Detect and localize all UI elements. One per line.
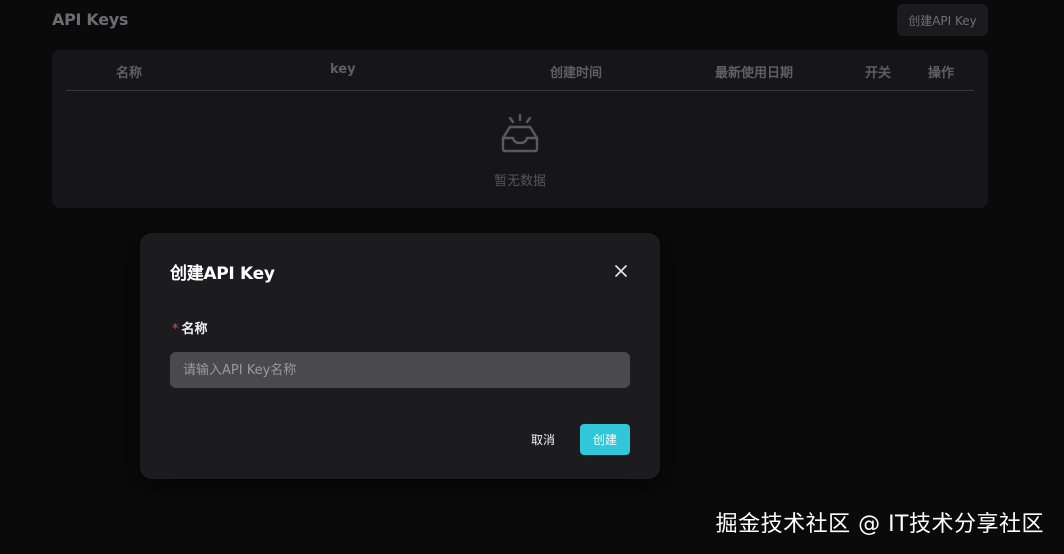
create-api-key-dialog: 创建API Key *名称 取消 创建 (140, 233, 660, 479)
create-api-key-button[interactable]: 创建API Key (897, 4, 988, 36)
table-header: 名称 key 创建时间 最新使用日期 开关 操作 (66, 50, 974, 91)
name-label-text: 名称 (181, 322, 208, 337)
column-header-toggle: 开关 (865, 66, 892, 81)
api-keys-table: 名称 key 创建时间 最新使用日期 开关 操作 暂无数据 (52, 50, 988, 208)
column-header-actions: 操作 (928, 66, 955, 81)
page-title: API Keys (52, 10, 129, 29)
column-header-last-used-date: 最新使用日期 (715, 66, 794, 81)
submit-create-button[interactable]: 创建 (580, 424, 630, 455)
close-button[interactable] (612, 262, 630, 280)
watermark: 掘金技术社区 @ IT技术分享社区 (715, 512, 1044, 537)
column-header-key: key (330, 62, 356, 77)
cancel-button[interactable]: 取消 (520, 424, 566, 454)
dialog-title: 创建API Key (170, 264, 275, 284)
empty-state-text: 暂无数据 (493, 174, 546, 189)
column-header-name: 名称 (116, 66, 143, 81)
required-mark: * (172, 322, 179, 337)
name-field-label: * 名称 (172, 318, 208, 337)
column-header-created-time: 创建时间 (550, 66, 603, 81)
api-key-name-input[interactable] (170, 352, 630, 388)
inbox-icon (501, 113, 539, 153)
close-icon (615, 265, 627, 277)
page: API Keys 创建API Key 名称 key 创建时间 最新使用日期 开关… (0, 0, 1064, 554)
